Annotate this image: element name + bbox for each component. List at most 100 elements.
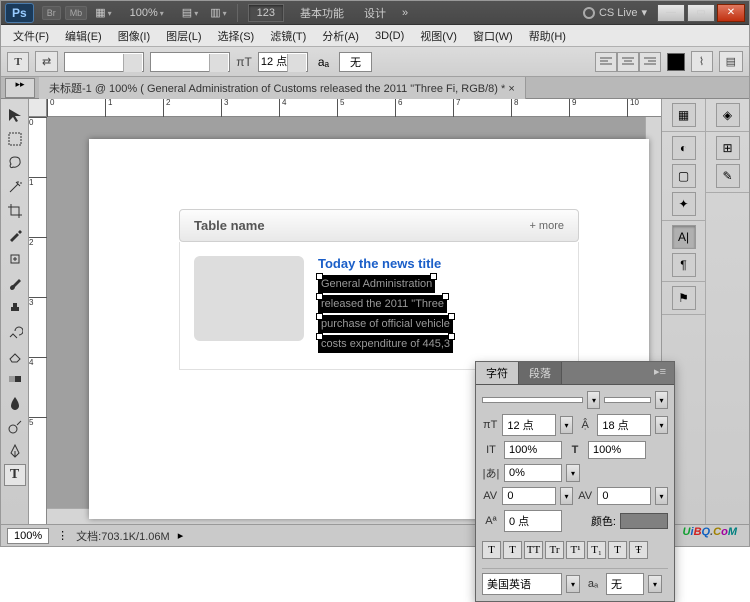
menu-select[interactable]: 选择(S): [210, 25, 263, 47]
scale-horizontal-input[interactable]: 100%: [588, 441, 646, 459]
history-brush-tool[interactable]: [4, 320, 26, 342]
kerning-input[interactable]: 0: [502, 487, 556, 505]
status-doc-size[interactable]: 文档:703.1K/1.06M: [76, 528, 170, 544]
type-style-button[interactable]: T: [503, 541, 522, 559]
font-family-select[interactable]: [64, 52, 144, 72]
menu-file[interactable]: 文件(F): [5, 25, 57, 47]
brush-tool[interactable]: [4, 272, 26, 294]
marquee-tool[interactable]: [4, 128, 26, 150]
type-style-button[interactable]: T: [608, 541, 627, 559]
font-style-input[interactable]: [604, 397, 651, 403]
type-style-button[interactable]: TT: [524, 541, 543, 559]
selected-text-line[interactable]: costs expenditure of 445,3: [318, 335, 453, 353]
minibridge-button[interactable]: Mb: [65, 6, 88, 20]
align-left-button[interactable]: [595, 52, 617, 72]
healing-brush-tool[interactable]: [4, 248, 26, 270]
character-panel-toggle[interactable]: ▤: [719, 51, 743, 72]
text-orientation-button[interactable]: ⇄: [35, 51, 58, 72]
magic-wand-tool[interactable]: [4, 176, 26, 198]
close-button[interactable]: ✕: [717, 4, 745, 22]
selected-text-line[interactable]: purchase of official vehicle: [318, 315, 453, 333]
font-family-drop[interactable]: ▾: [587, 391, 600, 409]
crop-tool[interactable]: [4, 200, 26, 222]
font-family-input[interactable]: [482, 397, 583, 403]
menu-filter[interactable]: 滤镜(T): [262, 25, 314, 47]
font-size-input[interactable]: 12 点: [502, 414, 556, 436]
cslive-button[interactable]: CS Live ▾: [577, 4, 653, 21]
baseline-input[interactable]: 0 点: [504, 510, 562, 532]
ruler-origin[interactable]: [29, 99, 47, 117]
paths-panel-icon[interactable]: ✎: [716, 164, 740, 188]
minimize-button[interactable]: —: [657, 4, 685, 22]
tab-character[interactable]: 字符: [476, 362, 519, 384]
document-tab[interactable]: 未标题-1 @ 100% ( General Administration of…: [39, 77, 526, 99]
extras-dropdown[interactable]: ▤: [178, 4, 202, 21]
workspace-design-tab[interactable]: 设计: [354, 3, 396, 23]
type-style-button[interactable]: Tr: [545, 541, 564, 559]
panel-menu-button[interactable]: ▸≡: [646, 362, 674, 384]
workspace-basic-tab[interactable]: 基本功能: [290, 3, 354, 23]
menu-layer[interactable]: 图层(L): [158, 25, 209, 47]
document-close-icon[interactable]: ×: [508, 83, 514, 95]
mock-news-body-selected[interactable]: General Administration released the 2011 …: [318, 275, 564, 355]
move-tool[interactable]: [4, 104, 26, 126]
font-style-drop[interactable]: ▾: [655, 391, 668, 409]
type-style-button[interactable]: Ŧ: [629, 541, 648, 559]
eyedropper-tool[interactable]: [4, 224, 26, 246]
screen-mode-dropdown[interactable]: ▦: [91, 4, 115, 21]
antialias-select[interactable]: 无: [606, 573, 644, 595]
collapse-panels-button[interactable]: ▸▸: [5, 78, 35, 98]
eraser-tool[interactable]: [4, 344, 26, 366]
masks-panel-icon[interactable]: ▢: [672, 164, 696, 188]
menu-window[interactable]: 窗口(W): [465, 25, 521, 47]
character-panel-icon[interactable]: A|: [672, 225, 696, 249]
zoom-level-dropdown[interactable]: 100%: [122, 5, 172, 21]
status-zoom-input[interactable]: 100%: [7, 528, 49, 544]
adjustments-panel-icon[interactable]: ◐: [672, 136, 696, 160]
status-menu-arrow[interactable]: ▸: [178, 529, 184, 542]
ruler-vertical[interactable]: 012345: [29, 117, 47, 524]
maximize-button[interactable]: ▭: [687, 4, 715, 22]
menu-edit[interactable]: 编辑(E): [57, 25, 110, 47]
blur-tool[interactable]: [4, 392, 26, 414]
warp-text-button[interactable]: ⌇: [691, 51, 713, 72]
clone-stamp-tool[interactable]: [4, 296, 26, 318]
tsume-input[interactable]: 0%: [504, 464, 562, 482]
workspace-more-dropdown[interactable]: »: [398, 5, 412, 21]
type-style-button[interactable]: T₁: [587, 541, 606, 559]
gradient-tool[interactable]: [4, 368, 26, 390]
ruler-horizontal[interactable]: 012345678910: [47, 99, 661, 117]
menu-help[interactable]: 帮助(H): [521, 25, 574, 47]
layers-panel-icon[interactable]: ◈: [716, 103, 740, 127]
selected-text-line[interactable]: General Administration: [318, 275, 435, 293]
menu-view[interactable]: 视图(V): [412, 25, 465, 47]
font-style-select[interactable]: [150, 52, 230, 72]
color-panel-icon[interactable]: ▦: [672, 103, 696, 127]
leading-input[interactable]: 18 点: [597, 414, 651, 436]
info-panel-icon[interactable]: ⚑: [672, 286, 696, 310]
doc-arrange-dropdown[interactable]: ▥: [206, 4, 230, 21]
align-right-button[interactable]: [639, 52, 661, 72]
text-color-swatch[interactable]: [667, 53, 685, 71]
character-panel[interactable]: 字符 段落 ▸≡ ▾ ▾ πT 12 点▾ Ậ 18 点▾ IT 100% T …: [475, 361, 675, 602]
type-tool[interactable]: T: [4, 464, 26, 486]
status-resize-handle[interactable]: ⋮: [57, 529, 68, 542]
type-style-button[interactable]: T¹: [566, 541, 585, 559]
text-color-swatch[interactable]: [620, 513, 668, 529]
paragraph-panel-icon[interactable]: ¶: [672, 253, 696, 277]
lasso-tool[interactable]: [4, 152, 26, 174]
scale-vertical-input[interactable]: 100%: [504, 441, 562, 459]
selected-text-line[interactable]: released the 2011 "Three: [318, 295, 447, 313]
menu-image[interactable]: 图像(I): [110, 25, 158, 47]
pen-tool[interactable]: [4, 440, 26, 462]
tool-preset-button[interactable]: T: [7, 52, 29, 72]
tracking-input[interactable]: 0: [597, 487, 651, 505]
styles-panel-icon[interactable]: ✦: [672, 192, 696, 216]
channels-panel-icon[interactable]: ⊞: [716, 136, 740, 160]
font-size-select[interactable]: 12 点: [258, 52, 308, 72]
menu-3d[interactable]: 3D(D): [367, 27, 412, 45]
antialias-select[interactable]: 无: [339, 52, 372, 72]
bridge-button[interactable]: Br: [42, 6, 61, 20]
align-center-button[interactable]: [617, 52, 639, 72]
dodge-tool[interactable]: [4, 416, 26, 438]
